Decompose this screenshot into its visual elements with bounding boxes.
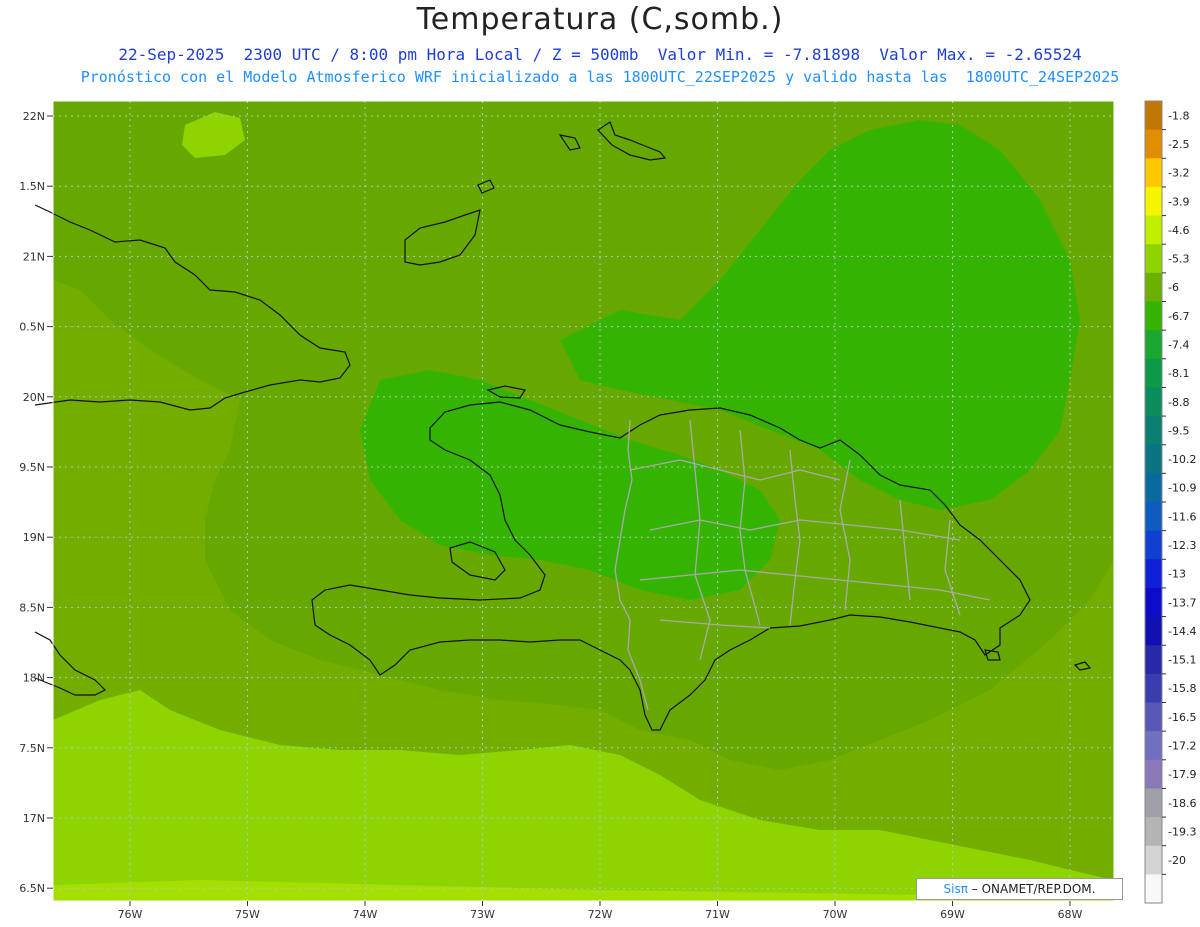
colorbar-label: -13 [1168, 568, 1186, 581]
temperature-field [53, 101, 1114, 901]
map-figure: 22N 1.5N 21N 0.5N 20N 9.5N 19N 8.5N 18N 7.5N 17N 6.… [19, 100, 1196, 921]
colorbar-swatch [1145, 473, 1162, 503]
colorbar-label: -15.8 [1168, 682, 1196, 695]
colorbar-swatch [1145, 301, 1162, 331]
lon-tick-label: 71W [705, 908, 730, 921]
colorbar-swatch [1145, 759, 1162, 789]
colorbar: -1.8 -2.5 -3.2 -3.9 -4.6 -5.3 -6 -6.7 -7.4 -8.1 -8… [1144, 100, 1196, 904]
longitude-axis: 76W 75W 74W 73W 72W 71W 70W 69W 68W [118, 901, 1083, 921]
colorbar-swatch [1145, 616, 1162, 646]
colorbar-label: -19.3 [1168, 825, 1196, 838]
colorbar-label: -13.7 [1168, 596, 1196, 609]
lat-tick-label: 0.5N [19, 321, 45, 334]
colorbar-label: -9.5 [1168, 424, 1189, 437]
colorbar-label: -12.3 [1168, 539, 1196, 552]
lat-tick-label: 19N [23, 531, 45, 544]
colorbar-label: -8.8 [1168, 396, 1189, 409]
colorbar-label: -3.2 [1168, 167, 1189, 180]
lon-tick-label: 76W [118, 908, 143, 921]
lon-tick-label: 70W [823, 908, 848, 921]
lat-tick-label: 17N [23, 812, 45, 825]
colorbar-label: -1.8 [1168, 109, 1189, 122]
colorbar-label: -6 [1168, 281, 1179, 294]
lat-tick-label: 22N [23, 110, 45, 123]
colorbar-swatch [1145, 673, 1162, 703]
colorbar-swatch [1145, 158, 1162, 188]
colorbar-label: -7.4 [1168, 338, 1189, 351]
sispi-logo-text: Sisπ [943, 882, 968, 896]
colorbar-label: -15.1 [1168, 654, 1196, 667]
colorbar-swatch [1145, 502, 1162, 532]
lon-tick-label: 72W [588, 908, 613, 921]
lat-tick-label: 20N [23, 391, 45, 404]
colorbar-label: -8.1 [1168, 367, 1189, 380]
colorbar-label: -11.6 [1168, 510, 1196, 523]
colorbar-swatch [1145, 358, 1162, 388]
colorbar-swatch [1145, 587, 1162, 618]
credit-box: Sisπ – ONAMET/REP.DOM. [916, 878, 1123, 900]
lon-tick-label: 74W [353, 908, 378, 921]
colorbar-label: -18.6 [1168, 797, 1196, 810]
colorbar-swatch [1145, 788, 1162, 818]
lat-tick-label: 6.5N [19, 882, 45, 895]
colorbar-swatch [1145, 330, 1162, 360]
colorbar-swatch [1145, 702, 1162, 732]
colorbar-label: -17.2 [1168, 739, 1196, 752]
colorbar-label: -3.9 [1168, 195, 1189, 208]
colorbar-swatch [1145, 817, 1162, 847]
colorbar-swatch [1145, 874, 1162, 904]
lat-tick-label: 1.5N [19, 180, 45, 193]
lat-tick-label: 18N [23, 672, 45, 685]
colorbar-label: -10.2 [1168, 453, 1196, 466]
colorbar-label: -17.9 [1168, 768, 1196, 781]
colorbar-label: -14.4 [1168, 625, 1196, 638]
colorbar-label: -10.9 [1168, 482, 1196, 495]
latitude-axis: 22N 1.5N 21N 0.5N 20N 9.5N 19N 8.5N 18N 7.5N 17N 6.… [19, 110, 53, 895]
lat-tick-label: 9.5N [19, 461, 45, 474]
colorbar-swatch [1145, 244, 1162, 274]
colorbar-swatch [1145, 129, 1162, 159]
lat-tick-label: 7.5N [19, 742, 45, 755]
lon-tick-label: 69W [940, 908, 965, 921]
colorbar-label: -16.5 [1168, 711, 1196, 724]
colorbar-swatch [1145, 444, 1162, 474]
colorbar-swatch [1145, 845, 1162, 875]
lon-tick-label: 75W [235, 908, 260, 921]
colorbar-swatch [1145, 215, 1162, 245]
colorbar-label: -4.6 [1168, 224, 1189, 237]
credit-text: – ONAMET/REP.DOM. [967, 882, 1096, 896]
lon-tick-label: 73W [470, 908, 495, 921]
lat-tick-label: 21N [23, 250, 45, 263]
colorbar-swatch [1145, 186, 1162, 217]
colorbar-swatch [1145, 530, 1162, 560]
colorbar-label: -5.3 [1168, 253, 1189, 266]
colorbar-label: -20 [1168, 854, 1186, 867]
colorbar-label: -6.7 [1168, 310, 1189, 323]
colorbar-swatch [1145, 387, 1162, 417]
colorbar-swatch [1145, 101, 1162, 131]
lon-tick-label: 68W [1058, 908, 1083, 921]
colorbar-swatch [1145, 559, 1162, 589]
colorbar-swatch [1145, 731, 1162, 761]
lat-tick-label: 8.5N [19, 601, 45, 614]
colorbar-label: -2.5 [1168, 138, 1189, 151]
colorbar-swatch [1145, 272, 1162, 302]
colorbar-swatch [1145, 645, 1162, 675]
colorbar-swatch [1145, 416, 1162, 446]
